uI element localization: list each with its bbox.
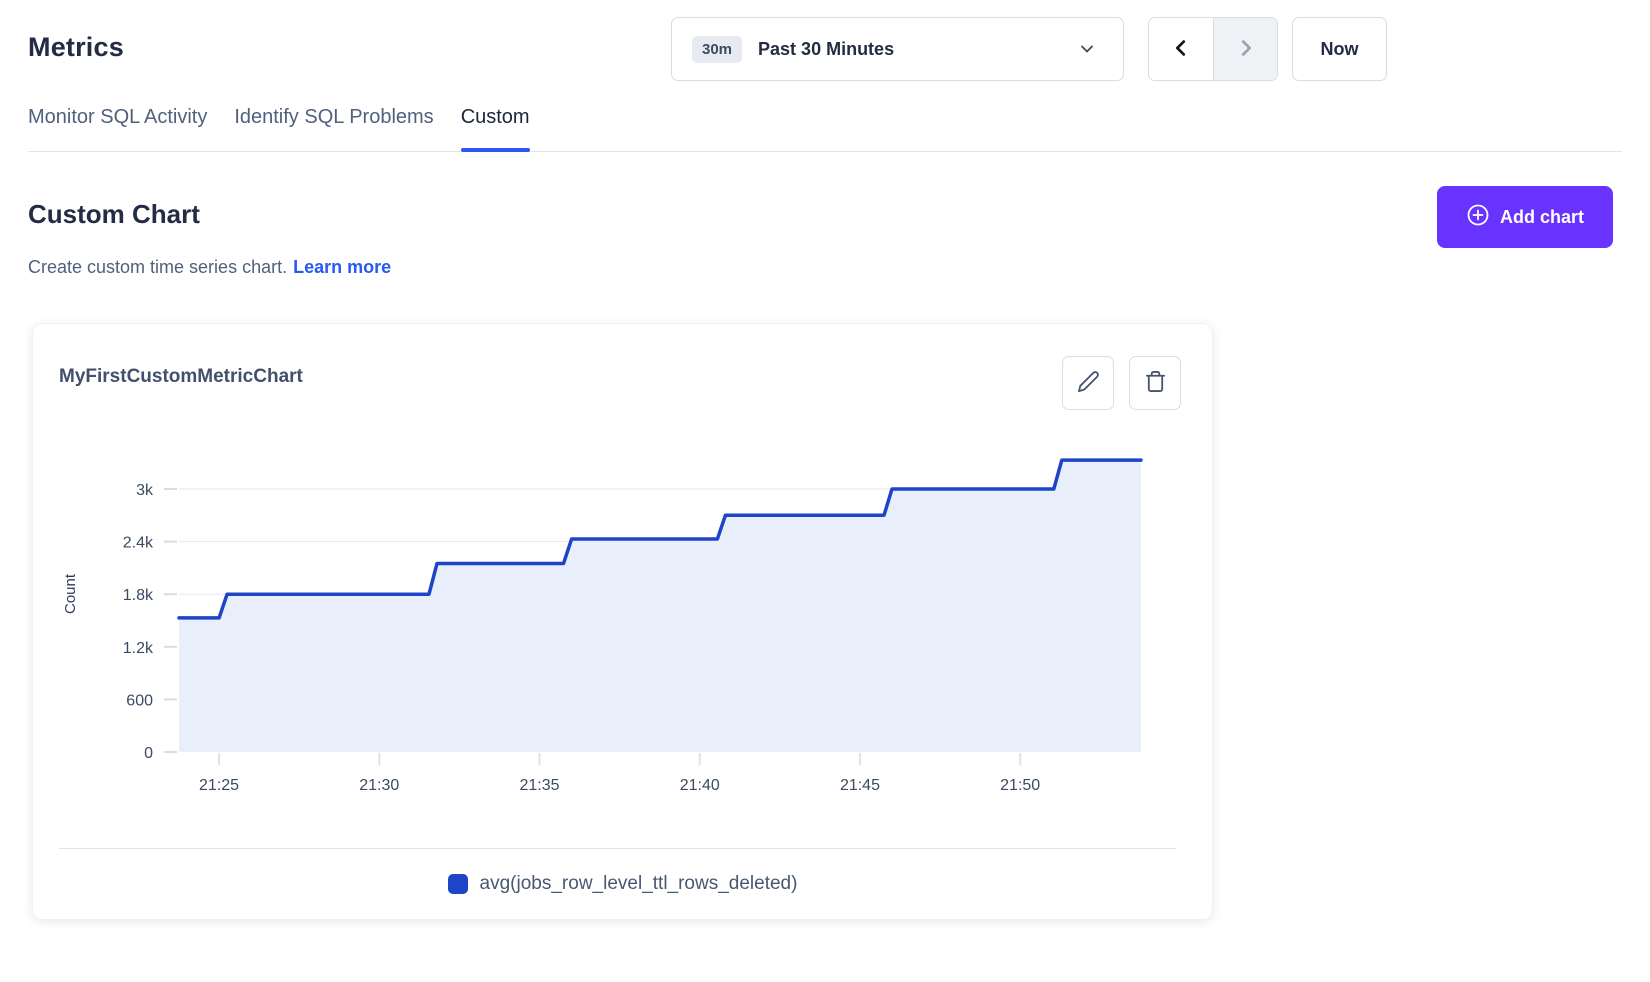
legend-label: avg(jobs_row_level_ttl_rows_deleted) — [480, 873, 798, 895]
legend-swatch — [448, 874, 468, 894]
add-chart-button[interactable]: Add chart — [1437, 186, 1613, 248]
svg-text:Count: Count — [62, 573, 79, 614]
card-divider — [59, 848, 1176, 849]
section-subtitle: Create custom time series chart. Learn mo… — [28, 257, 391, 278]
time-range-label: Past 30 Minutes — [758, 39, 1077, 60]
tab-monitor-sql-activity[interactable]: Monitor SQL Activity — [28, 106, 207, 151]
svg-text:21:45: 21:45 — [840, 777, 880, 794]
add-chart-label: Add chart — [1500, 207, 1584, 228]
metrics-page: Metrics 30m Past 30 Minutes Now Monitor … — [0, 0, 1650, 982]
svg-text:1.8k: 1.8k — [123, 587, 154, 604]
tab-identify-sql-problems[interactable]: Identify SQL Problems — [234, 106, 433, 151]
svg-text:21:25: 21:25 — [199, 777, 239, 794]
delete-chart-button[interactable] — [1129, 356, 1181, 410]
svg-text:21:30: 21:30 — [359, 777, 399, 794]
svg-text:3k: 3k — [136, 482, 154, 499]
svg-text:0: 0 — [144, 745, 153, 762]
svg-text:600: 600 — [126, 692, 153, 709]
chevron-left-icon — [1170, 37, 1192, 62]
svg-text:21:50: 21:50 — [1000, 777, 1040, 794]
time-prev-button[interactable] — [1149, 18, 1213, 80]
section-title: Custom Chart — [28, 199, 200, 230]
chart-legend[interactable]: avg(jobs_row_level_ttl_rows_deleted) — [33, 873, 1212, 895]
chevron-right-icon — [1235, 37, 1257, 62]
edit-chart-button[interactable] — [1062, 356, 1114, 410]
svg-text:1.2k: 1.2k — [123, 640, 154, 657]
svg-text:21:35: 21:35 — [519, 777, 559, 794]
chevron-down-icon — [1077, 39, 1097, 59]
chart-card-title: MyFirstCustomMetricChart — [59, 366, 303, 388]
subtitle-text: Create custom time series chart. — [28, 257, 287, 277]
time-next-button[interactable] — [1213, 18, 1277, 80]
page-title: Metrics — [28, 32, 124, 63]
time-range-badge: 30m — [692, 36, 742, 63]
svg-text:21:40: 21:40 — [680, 777, 720, 794]
now-button[interactable]: Now — [1292, 17, 1387, 81]
trash-icon — [1144, 370, 1167, 396]
pencil-icon — [1077, 370, 1100, 396]
tab-custom[interactable]: Custom — [461, 106, 530, 151]
metric-chart-svg: 0 600 1.2k 1.8k 2.4k 3k 21:25 21:30 21:35 21:40 21… — [33, 421, 1214, 813]
learn-more-link[interactable]: Learn more — [293, 257, 391, 277]
svg-text:2.4k: 2.4k — [123, 535, 154, 552]
chart-card: MyFirstCustomMetricChart 0 600 1.2k 1.8k 2.4… — [32, 323, 1213, 920]
time-step-button-group — [1148, 17, 1278, 81]
plus-circle-icon — [1466, 203, 1490, 232]
time-range-selector[interactable]: 30m Past 30 Minutes — [671, 17, 1124, 81]
tab-bar: Monitor SQL Activity Identify SQL Proble… — [28, 106, 1622, 152]
